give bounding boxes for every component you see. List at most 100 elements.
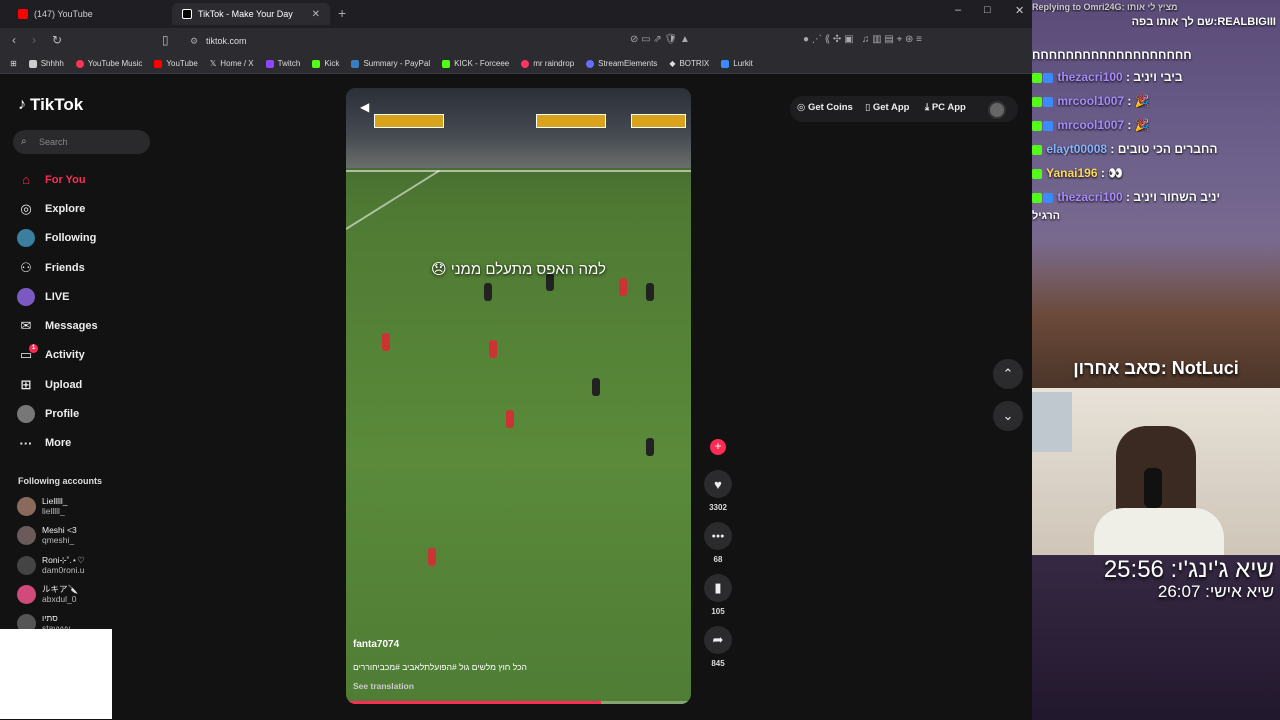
account-name: סתיו bbox=[42, 613, 58, 623]
bookmark-kick-forceee[interactable]: KICK - Forceee bbox=[442, 59, 509, 68]
bookmark-paypal[interactable]: Summary - PayPal bbox=[351, 59, 430, 68]
kick-icon bbox=[312, 59, 321, 68]
bookmark-lurkit[interactable]: Lurkit bbox=[721, 59, 753, 68]
kick-badge-icon bbox=[1032, 72, 1042, 83]
microphone-icon bbox=[1144, 468, 1162, 508]
account-handle: dam0roni.u bbox=[42, 565, 85, 575]
following-account[interactable]: Meshi <3 qmeshi_ bbox=[17, 525, 77, 545]
streamer-shirt bbox=[1094, 508, 1224, 555]
toolbar-extension-icons[interactable]: ● ⋰ ⟪ ✣ ▣ ♫ ▥ ▤ ⌖ ⊛ ≡ bbox=[803, 34, 922, 45]
sidebar-nav: ⌂ For You ◎ Explore Following ⚇ Friends LIV… bbox=[0, 165, 160, 458]
bookmark-label: Shhhh bbox=[40, 59, 64, 68]
comment-button[interactable]: ●●● 68 bbox=[700, 522, 736, 564]
nav-explore[interactable]: ◎ Explore bbox=[0, 194, 160, 223]
chat-message: thezacri100 : ביבי ויניב bbox=[1032, 70, 1280, 84]
bookmark-label: mr raindrop bbox=[533, 59, 575, 68]
see-translation-link[interactable]: See translation bbox=[353, 681, 414, 691]
maximize-icon[interactable]: □ bbox=[984, 4, 991, 16]
bookmark-twitch[interactable]: Twitch bbox=[265, 59, 300, 68]
player bbox=[646, 438, 654, 456]
share-button[interactable]: ➦ 845 bbox=[700, 626, 736, 668]
chevron-down-icon: ⌄ bbox=[1002, 408, 1014, 423]
save-button[interactable]: ▮ 105 bbox=[700, 574, 736, 616]
get-app-button[interactable]: ▯ Get App bbox=[865, 102, 909, 113]
video-progress-fill bbox=[346, 701, 602, 704]
bookmark-youtube[interactable]: YouTube bbox=[154, 59, 198, 68]
screen: (147) YouTube TikTok - Make Your Day ✕ +… bbox=[0, 0, 1280, 720]
nav-following[interactable]: Following bbox=[0, 224, 160, 253]
bookmark-streamelements[interactable]: StreamElements bbox=[586, 59, 657, 68]
share-icon: ➦ bbox=[704, 626, 732, 654]
field-line bbox=[346, 169, 440, 230]
nav-live[interactable]: LIVE bbox=[0, 282, 160, 311]
chat-user: mrcool1007 bbox=[1057, 94, 1125, 108]
following-account[interactable]: Roni⊹˚.⋆♡ dam0roni.u bbox=[17, 555, 85, 575]
follow-plus-icon[interactable]: + bbox=[710, 439, 726, 455]
following-avatar bbox=[16, 229, 36, 248]
nav-more[interactable]: ··· More bbox=[0, 429, 160, 458]
avatar bbox=[17, 555, 36, 575]
last-sub-label: סאב אחרון: NotLuci bbox=[1073, 358, 1239, 378]
close-tab-icon[interactable]: ✕ bbox=[312, 9, 320, 20]
chat-top-line: חחחחחחחחחחחחחחחחחחח bbox=[1032, 48, 1192, 62]
x-icon: 𝕏 bbox=[209, 59, 217, 68]
bookmark-raindrop[interactable]: mr raindrop bbox=[521, 59, 574, 68]
like-button[interactable]: ♥ 3302 bbox=[700, 470, 736, 512]
profile-avatar[interactable] bbox=[988, 101, 1006, 119]
live-avatar bbox=[16, 287, 36, 306]
youtube-icon bbox=[154, 59, 163, 68]
account-name: Lielllll_ bbox=[42, 496, 68, 506]
reload-icon[interactable]: ↻ bbox=[52, 33, 62, 47]
bookmark-x[interactable]: 𝕏 Home / X bbox=[210, 59, 254, 68]
kick-badge-icon bbox=[1032, 168, 1042, 179]
video-username[interactable]: fanta7074 bbox=[353, 639, 399, 650]
chat-user: thezacri100 bbox=[1057, 190, 1123, 204]
tab-youtube[interactable]: (147) YouTube bbox=[8, 3, 168, 25]
like-count: 3302 bbox=[709, 503, 727, 512]
bookmark-shhhh[interactable]: Shhhh bbox=[28, 59, 64, 68]
nav-label: LIVE bbox=[45, 290, 70, 303]
bookmark-page-icon[interactable]: ▯ bbox=[162, 33, 169, 47]
nav-upload[interactable]: ⊞ Upload bbox=[0, 370, 160, 399]
kick-badge-icon bbox=[1032, 192, 1042, 203]
pc-app-button[interactable]: ⤓ PC App bbox=[925, 102, 966, 113]
bookmark-icon: ▮ bbox=[704, 574, 732, 602]
nav-messages[interactable]: ✉ Messages bbox=[0, 311, 160, 340]
apps-grid-icon[interactable]: ⊞ bbox=[10, 59, 17, 68]
bookmark-label: Home / X bbox=[220, 59, 254, 68]
bookmark-youtube-music[interactable]: YouTube Music bbox=[75, 59, 142, 68]
browser-toolbar: ‹ › ↻ ▯ ⚙ tiktok.com ⊘ ▭ ⇗ 🛡 ▲ ● ⋰ ⟪ ✣ ▣… bbox=[0, 28, 1032, 54]
sub-badge-icon bbox=[1043, 96, 1053, 107]
close-window-icon[interactable]: ✕ bbox=[1015, 4, 1024, 17]
nav-friends[interactable]: ⚇ Friends bbox=[0, 253, 160, 282]
back-icon[interactable]: ‹ bbox=[12, 33, 16, 47]
extension-icons[interactable]: ⊘ ▭ ⇗ 🛡 ▲ bbox=[630, 34, 690, 45]
tiktok-favicon-icon bbox=[182, 9, 192, 19]
next-video-button[interactable]: ⌄ bbox=[993, 401, 1023, 431]
sub-badge-icon bbox=[1043, 120, 1053, 131]
nav-for-you[interactable]: ⌂ For You bbox=[0, 165, 160, 194]
bookmark-label: YouTube bbox=[166, 59, 198, 68]
forward-icon[interactable]: › bbox=[32, 33, 36, 47]
bookmark-kick[interactable]: Kick bbox=[312, 59, 339, 68]
chat-message: mrcool1007 : 🎉 bbox=[1032, 118, 1280, 132]
chat-text: ביבי ויניב bbox=[1133, 70, 1183, 84]
nav-activity[interactable]: ▭ 1 Activity bbox=[0, 341, 160, 370]
bookmark-botrix[interactable]: ◆ BOTRIX bbox=[669, 59, 709, 68]
following-accounts-title: Following accounts bbox=[18, 476, 103, 486]
minimize-icon[interactable]: – bbox=[955, 4, 961, 16]
tab-bar: (147) YouTube TikTok - Make Your Day ✕ +… bbox=[0, 0, 1032, 28]
following-account[interactable]: Lielllll_ lielllll_ bbox=[17, 496, 68, 516]
tab-tiktok[interactable]: TikTok - Make Your Day ✕ bbox=[172, 3, 330, 25]
nav-profile[interactable]: Profile bbox=[0, 399, 160, 428]
lurkit-icon bbox=[721, 59, 730, 68]
following-account[interactable]: ルキア🔪 abxdul_0 bbox=[17, 584, 78, 604]
get-coins-button[interactable]: ◎ Get Coins bbox=[797, 102, 853, 113]
video-progress-bar[interactable] bbox=[346, 701, 691, 704]
bookmark-label: StreamElements bbox=[598, 59, 658, 68]
video-player[interactable]: ◀ 😞 למה האפס מתעלם ממני fanta7074 הכל חו… bbox=[346, 88, 691, 704]
previous-video-button[interactable]: ⌃ bbox=[993, 359, 1023, 389]
player bbox=[646, 283, 654, 301]
new-tab-icon[interactable]: + bbox=[338, 5, 346, 21]
video-overlay-text: 😞 למה האפס מתעלם ממני bbox=[431, 261, 606, 278]
